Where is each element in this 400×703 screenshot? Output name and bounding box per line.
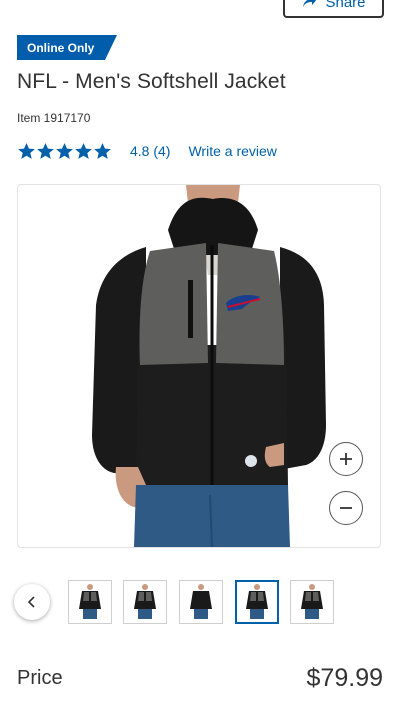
thumb-front[interactable] [68,580,112,624]
price-label: Price [17,667,63,689]
minus-icon [340,507,352,509]
write-review-link[interactable]: Write a review [188,143,276,159]
share-button[interactable]: Share [283,0,384,18]
jacket-thumbnail-image [190,584,212,619]
product-image-viewer[interactable] [17,184,381,548]
product-title: NFL - Men's Softshell Jacket [17,70,286,93]
jacket-thumbnail-image [246,584,268,619]
star-icon [94,142,111,159]
thumb-angle[interactable] [123,580,167,624]
share-label: Share [325,0,366,11]
thumb-back[interactable] [179,580,223,624]
chevron-left-icon [27,596,35,608]
jacket-thumbnail-image [79,584,101,619]
badge-label: Online Only [27,40,95,55]
price-value: $79.99 [306,664,383,692]
jacket-thumbnail-image [301,584,323,619]
zoom-out-button[interactable] [329,491,363,525]
plus-icon [340,453,352,465]
star-rating[interactable] [17,142,112,161]
rating-count-link[interactable]: 4.8 (4) [130,143,170,159]
thumb-model[interactable] [290,580,334,624]
star-icon [75,142,92,159]
rating-row: 4.8 (4) Write a review [17,141,277,161]
star-icon [37,142,54,159]
jacket-thumbnail-image [134,584,156,619]
previous-image-button[interactable] [14,584,50,620]
thumb-closeup[interactable] [235,580,279,624]
item-number: Item 1917170 [17,111,91,125]
zoom-in-button[interactable] [329,442,363,476]
product-photo [92,185,326,547]
online-only-badge: Online Only [17,35,117,60]
star-icon [56,142,73,159]
star-icon [18,142,35,159]
share-arrow-icon [303,0,317,7]
thumbnail-carousel [14,578,384,624]
